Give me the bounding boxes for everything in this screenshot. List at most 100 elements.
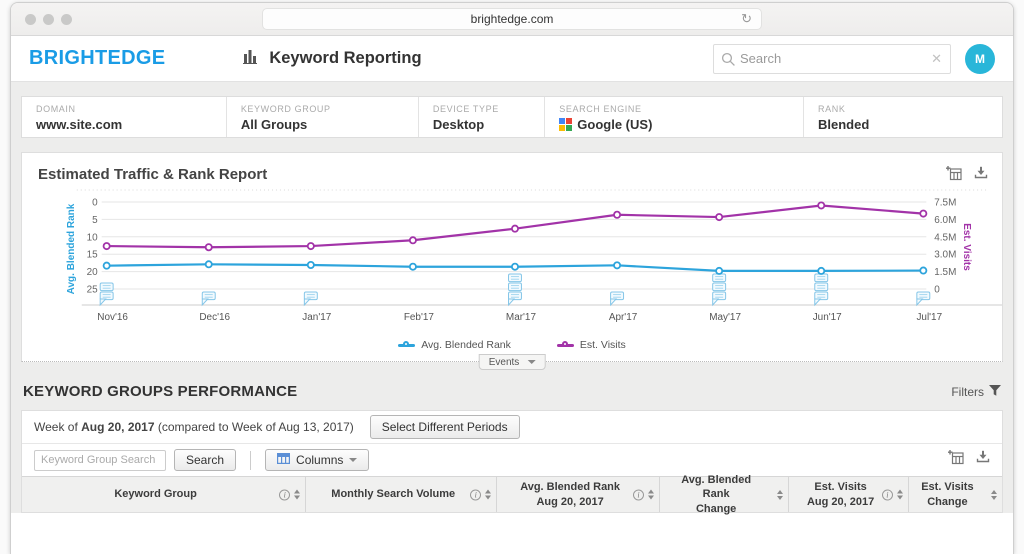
column-title: Keyword Group (104, 487, 223, 501)
page-title-text: Keyword Reporting (269, 49, 421, 68)
select-periods-button[interactable]: Select Different Periods (370, 415, 520, 439)
search-placeholder: Search (740, 51, 781, 66)
column-header-avg-blended-rank-change[interactable]: Avg. Blended RankChange (660, 477, 789, 512)
legend-label: Avg. Blended Rank (421, 339, 511, 351)
legend-item-avg-blended-rank[interactable]: Avg. Blended Rank (398, 339, 511, 351)
chevron-down-icon (527, 360, 535, 364)
filter-bar: DOMAIN www.site.com KEYWORD GROUPAll Group… (11, 82, 1013, 148)
column-title: Avg. Blended RankAug 20, 2017 (510, 480, 646, 509)
svg-text:1.5M: 1.5M (934, 267, 956, 278)
period-row: Week of Aug 20, 2017 (compared to Week o… (22, 411, 1002, 444)
sort-icon[interactable] (777, 490, 783, 500)
filter-value: Desktop (433, 117, 530, 132)
add-to-dashboard-icon[interactable] (948, 450, 965, 470)
close-window-button[interactable] (25, 14, 36, 25)
columns-button[interactable]: Columns (265, 449, 369, 471)
column-header-monthly-search-volume[interactable]: Monthly Search Volumei (306, 477, 497, 512)
window-controls[interactable] (25, 14, 72, 25)
download-icon[interactable] (974, 166, 988, 186)
filter-device-type[interactable]: DEVICE TYPEDesktop (419, 97, 545, 137)
sort-icon[interactable] (294, 490, 300, 500)
week-text: Week of Aug 20, 2017 (compared to Week o… (34, 420, 354, 434)
filter-value: All Groups (241, 117, 404, 132)
browser-chrome: brightedge.com ↻ (11, 3, 1013, 36)
svg-text:Jan'17: Jan'17 (302, 312, 331, 323)
filter-value: www.site.com (36, 117, 212, 132)
svg-text:Mar'17: Mar'17 (506, 312, 537, 323)
column-title: Avg. Blended RankChange (660, 473, 788, 516)
sort-icon[interactable] (991, 490, 997, 500)
zoom-window-button[interactable] (61, 14, 72, 25)
filter-search-engine[interactable]: SEARCH ENGINEGoogle (US) (545, 97, 804, 137)
avatar[interactable]: M (965, 44, 995, 74)
info-icon[interactable]: i (470, 489, 481, 500)
global-search-input[interactable]: Search ✕ (713, 44, 951, 74)
columns-label: Columns (296, 453, 343, 467)
column-header-est-visits-change[interactable]: Est. VisitsChange (909, 477, 1002, 512)
table-filters-button[interactable]: Filters (951, 385, 1001, 399)
table-toolbar (948, 450, 990, 470)
keyword-groups-table-panel: Week of Aug 20, 2017 (compared to Week o… (21, 410, 1003, 513)
bar-chart-icon (243, 48, 260, 69)
svg-text:Dec'16: Dec'16 (199, 312, 230, 323)
download-icon[interactable] (976, 450, 990, 470)
svg-text:Jul'17: Jul'17 (916, 312, 942, 323)
svg-text:Jun'17: Jun'17 (813, 312, 842, 323)
events-dropdown[interactable]: Events (479, 354, 546, 370)
svg-text:Apr'17: Apr'17 (609, 312, 638, 323)
filter-domain[interactable]: DOMAIN www.site.com (22, 97, 227, 137)
svg-text:5: 5 (92, 215, 98, 226)
funnel-icon (989, 385, 1001, 399)
svg-text:3.0M: 3.0M (934, 250, 956, 261)
column-title: Est. VisitsChange (911, 480, 999, 509)
app-header: BRIGHTEDGE Keyword Reporting Search ✕ M (11, 36, 1013, 82)
chart-legend: Avg. Blended Rank Est. Visits (22, 339, 1002, 351)
reload-icon[interactable]: ↻ (741, 11, 752, 27)
column-header-est-visits-aug-20-2017[interactable]: Est. VisitsAug 20, 2017i (789, 477, 909, 512)
legend-marker-icon (557, 344, 574, 347)
sort-icon[interactable] (485, 490, 491, 500)
column-header-icons (991, 490, 997, 500)
column-header-avg-blended-rank-aug-20-2017[interactable]: Avg. Blended RankAug 20, 2017i (497, 477, 660, 512)
performance-header: KEYWORD GROUPS PERFORMANCE Filters (23, 383, 1001, 400)
svg-text:Feb'17: Feb'17 (404, 312, 435, 323)
column-header-keyword-group[interactable]: Keyword Group i (22, 477, 306, 512)
table-controls-row: Search Columns (22, 444, 1002, 476)
report-title: Estimated Traffic & Rank Report (22, 153, 1002, 189)
svg-text:Est. Visits: Est. Visits (961, 223, 972, 271)
svg-text:20: 20 (87, 267, 99, 278)
svg-text:7.5M: 7.5M (934, 197, 956, 208)
svg-text:25: 25 (87, 284, 99, 295)
traffic-rank-chart: 07.5M56.0M104.5M153.0M201.5M250Nov'16Dec… (22, 189, 1002, 329)
filter-label: DOMAIN (36, 104, 212, 114)
main-content: Estimated Traffic & Rank Report 07.5M56.… (11, 148, 1013, 513)
column-header-icons: i (470, 489, 491, 500)
filter-strip: DOMAIN www.site.com KEYWORD GROUPAll Group… (21, 96, 1003, 138)
add-to-dashboard-icon[interactable] (946, 166, 963, 186)
screen: brightedge.com ↻ BRIGHTEDGE Keyword Repo… (0, 0, 1024, 554)
keyword-group-search-input[interactable] (34, 450, 166, 471)
filter-value: Google (US) (559, 117, 789, 132)
minimize-window-button[interactable] (43, 14, 54, 25)
svg-text:15: 15 (87, 250, 99, 261)
column-header-icons: i (633, 489, 654, 500)
filter-keyword-group[interactable]: KEYWORD GROUPAll Groups (227, 97, 419, 137)
info-icon[interactable]: i (279, 489, 290, 500)
column-header-icons: i (279, 489, 300, 500)
legend-item-est-visits[interactable]: Est. Visits (557, 339, 626, 351)
traffic-rank-report-panel: Estimated Traffic & Rank Report 07.5M56.… (21, 152, 1003, 362)
search-button[interactable]: Search (174, 449, 236, 471)
info-icon[interactable]: i (633, 489, 644, 500)
sort-icon[interactable] (648, 490, 654, 500)
brightedge-logo[interactable]: BRIGHTEDGE (29, 47, 165, 70)
search-icon (721, 52, 736, 72)
sort-icon[interactable] (897, 490, 903, 500)
info-icon[interactable]: i (882, 489, 893, 500)
divider (250, 451, 251, 470)
address-bar[interactable]: brightedge.com ↻ (262, 8, 762, 30)
events-label: Events (489, 357, 520, 368)
column-title: Monthly Search Volume (321, 487, 481, 501)
browser-window: brightedge.com ↻ BRIGHTEDGE Keyword Repo… (10, 2, 1014, 554)
clear-search-icon[interactable]: ✕ (931, 51, 942, 67)
filter-rank[interactable]: RANKBlended (804, 97, 1002, 137)
